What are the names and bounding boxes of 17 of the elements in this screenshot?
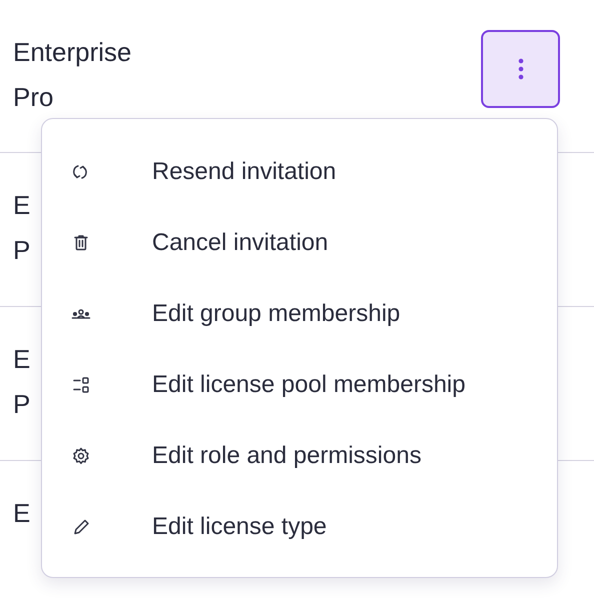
menu-item[interactable]: Edit license pool membership (42, 349, 557, 420)
plan-name: E (13, 497, 30, 530)
menu-item[interactable]: Resend invitation (42, 136, 557, 207)
plan-name: Enterprise (13, 36, 132, 69)
plan-name: P (13, 234, 30, 267)
menu-item[interactable]: Edit license type (42, 491, 557, 562)
plan-name: P (13, 388, 30, 421)
menu-item[interactable]: Cancel invitation (42, 207, 557, 278)
more-icon (518, 58, 524, 80)
plan-name: E (13, 189, 30, 222)
plan-name: E (13, 343, 30, 376)
more-button[interactable] (481, 30, 560, 108)
plan-name: Pro (13, 81, 54, 114)
menu-item[interactable]: Edit group membership (42, 278, 557, 349)
menu-item[interactable]: Edit role and permissions (42, 420, 557, 491)
list-boxes-icon (71, 374, 91, 394)
settings-icon (71, 446, 91, 466)
